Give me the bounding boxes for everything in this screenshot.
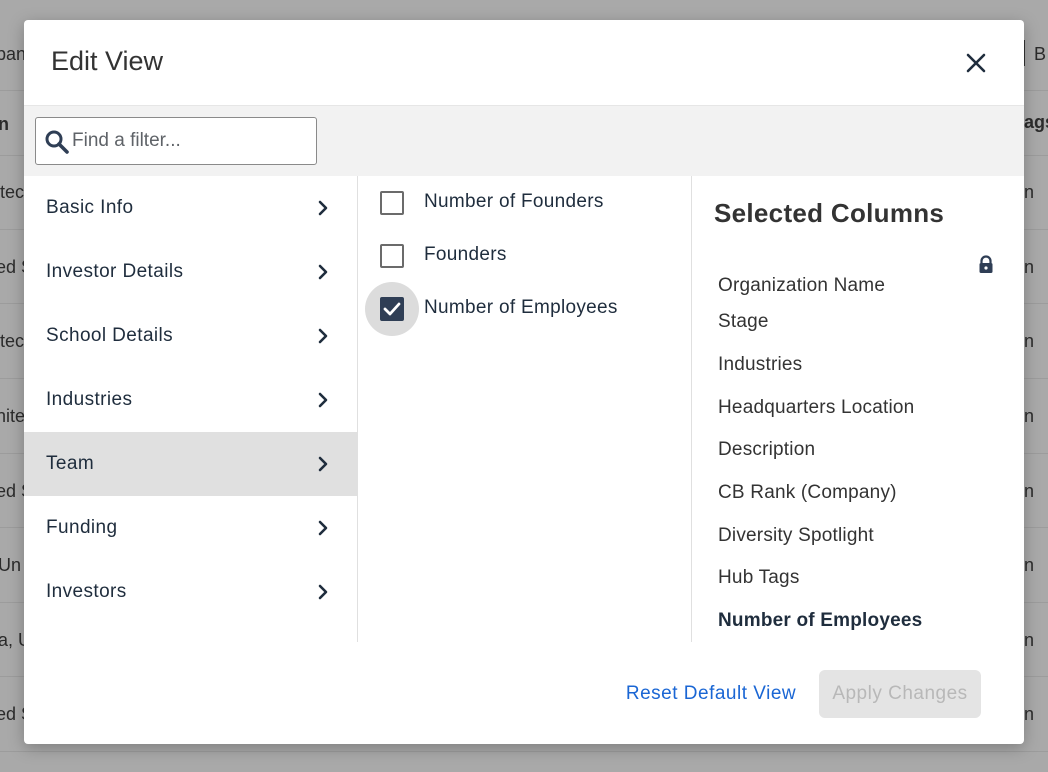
close-button[interactable]: [960, 47, 992, 79]
apply-changes-button[interactable]: Apply Changes: [819, 670, 981, 718]
selected-column-item: Organization Name: [718, 275, 886, 296]
chevron-right-icon: [318, 200, 328, 216]
lock-icon: [979, 255, 993, 273]
category-label: Team: [46, 453, 95, 474]
category-label: Industries: [46, 389, 133, 410]
category-label: School Details: [46, 325, 174, 346]
selected-columns-title: Selected Columns: [714, 198, 945, 228]
checkmark-icon: [383, 302, 401, 316]
filter-search-bar: [24, 106, 1024, 176]
filter-label: Number of Employees: [424, 297, 618, 318]
bg-cell: n: [1024, 406, 1035, 426]
category-investors[interactable]: Investors: [24, 560, 357, 624]
bg-cell: n: [1024, 182, 1035, 202]
selected-column-item[interactable]: Description: [718, 439, 815, 461]
category-basic-info[interactable]: Basic Info: [24, 176, 357, 240]
selected-column-item[interactable]: Diversity Spotlight: [718, 525, 874, 547]
filter-number-of-founders[interactable]: Number of Founders: [358, 176, 692, 229]
bg-cell: n: [1024, 630, 1035, 650]
bg-cell: n: [1024, 704, 1035, 724]
selected-column-item[interactable]: CB Rank (Company): [718, 482, 897, 504]
checkbox[interactable]: [380, 191, 404, 215]
selected-column-item[interactable]: Industries: [718, 354, 802, 376]
category-label: Funding: [46, 517, 118, 538]
selected-column-item[interactable]: Stage: [718, 311, 769, 333]
checkbox-wrap: [365, 229, 419, 283]
chevron-right-icon: [318, 264, 328, 280]
filter-label: Founders: [424, 244, 507, 265]
bg-cell: itec: [0, 331, 25, 351]
checkbox-wrap: [365, 176, 419, 230]
category-label: Investor Details: [46, 261, 184, 282]
category-investor-details[interactable]: Investor Details: [24, 240, 357, 304]
bg-cell: pan: [0, 44, 27, 64]
selected-column-item[interactable]: Headquarters Location: [718, 397, 914, 419]
close-icon: [966, 53, 986, 73]
filter-list: Number of Founders Founders Number of Em…: [358, 176, 692, 642]
category-funding[interactable]: Funding: [24, 496, 357, 560]
checkbox[interactable]: [380, 244, 404, 268]
modal-title: Edit View: [51, 46, 164, 76]
checkbox-checked[interactable]: [380, 297, 404, 321]
bg-cell: B: [1034, 44, 1047, 64]
selected-column-item[interactable]: Hub Tags: [718, 567, 800, 589]
category-list: Basic Info Investor Details School Detai…: [24, 176, 358, 642]
category-school-details[interactable]: School Details: [24, 304, 357, 368]
bg-cell: itec: [0, 182, 25, 202]
filter-number-of-employees[interactable]: Number of Employees: [358, 282, 692, 336]
bg-cell: Un: [0, 555, 22, 575]
bg-cell: ags: [1024, 112, 1048, 132]
edit-view-modal: Edit View Basic Info Investor Details Sc…: [24, 20, 1024, 744]
selected-column-item-new[interactable]: Number of Employees: [718, 610, 922, 632]
category-industries[interactable]: Industries: [24, 368, 357, 432]
bg-cell: nite: [0, 406, 26, 426]
bg-cell: n: [0, 114, 9, 134]
bg-cell: n: [1024, 555, 1035, 575]
chevron-right-icon: [318, 584, 328, 600]
chevron-right-icon: [318, 520, 328, 536]
chevron-right-icon: [318, 328, 328, 344]
filter-founders[interactable]: Founders: [358, 229, 692, 282]
chevron-right-icon: [318, 392, 328, 408]
chevron-right-icon: [318, 456, 328, 472]
category-label: Basic Info: [46, 197, 134, 218]
filter-label: Number of Founders: [424, 191, 604, 212]
search-input[interactable]: [72, 124, 310, 158]
search-box[interactable]: [35, 117, 317, 165]
bg-cell: n: [1024, 331, 1035, 351]
bg-cell: n: [1024, 257, 1035, 277]
checkbox-wrap: [365, 282, 419, 336]
modal-header: Edit View: [24, 20, 1024, 106]
category-team[interactable]: Team: [24, 432, 357, 496]
reset-default-view-button[interactable]: Reset Default View: [614, 670, 808, 718]
bg-divider: [0, 751, 1048, 752]
selected-columns-panel: Selected Columns Organization Name Stage…: [692, 176, 1024, 642]
category-label: Investors: [46, 581, 127, 602]
search-icon: [45, 130, 69, 154]
bg-cell: n: [1024, 481, 1035, 501]
